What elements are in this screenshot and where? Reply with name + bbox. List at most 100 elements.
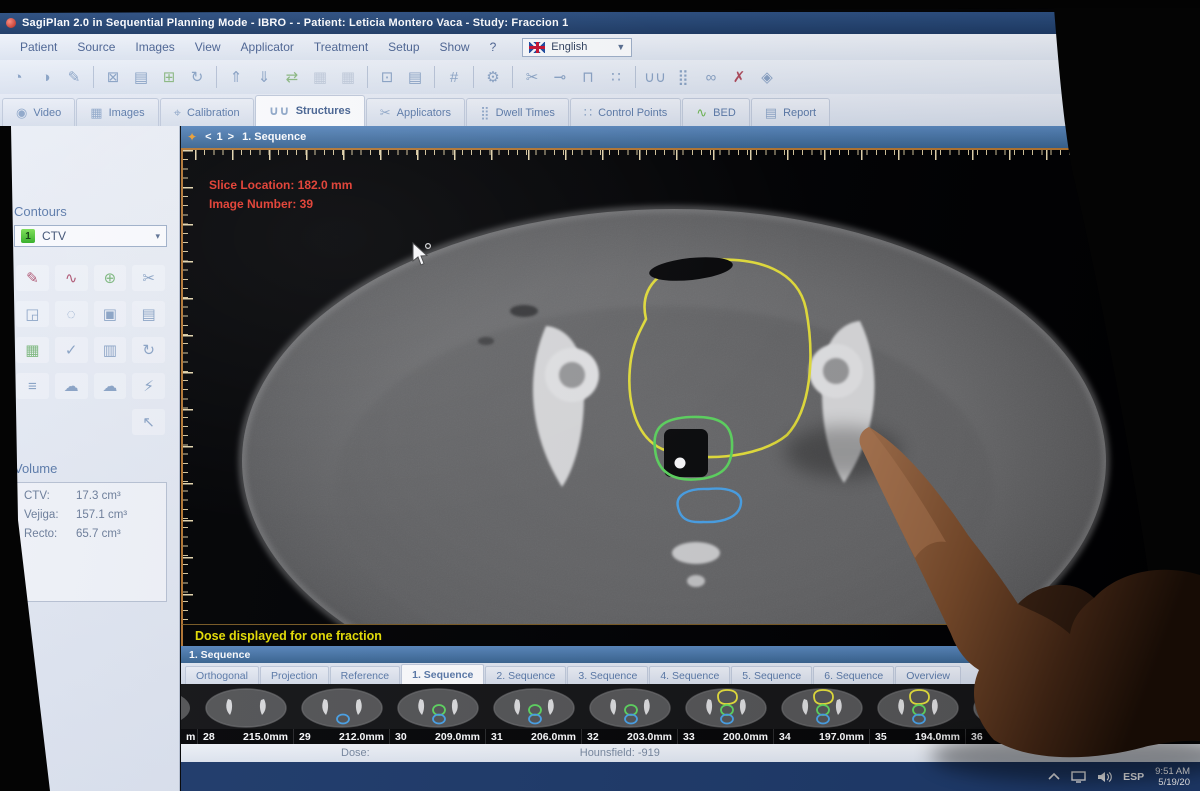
patient-history-icon[interactable]: ◑ (33, 64, 59, 90)
calculator-icon[interactable]: # (441, 64, 467, 90)
folder-lock-icon[interactable]: ▤ (128, 64, 154, 90)
applicator-tools-icon[interactable]: ✂ (519, 64, 545, 90)
delete-x-icon[interactable]: ✗ (726, 64, 752, 90)
patient-search-icon[interactable]: ◔ (5, 64, 31, 90)
shield-icon[interactable]: ◈ (754, 64, 780, 90)
slice-thumbnail-32[interactable]: 32203.0mm (582, 684, 678, 744)
chevron-up-icon[interactable] (1048, 772, 1060, 781)
dwell-grid-icon[interactable]: ⣿ (670, 64, 696, 90)
image-fit-icon[interactable]: ◲ (16, 301, 49, 327)
prev-slice-button[interactable]: < (205, 131, 211, 143)
seq-tab-1-sequence[interactable]: 1. Sequence (401, 664, 484, 684)
select-arrow-icon[interactable]: ↖ (132, 409, 165, 435)
folder-refresh-icon[interactable]: ↻ (184, 64, 210, 90)
link-icon[interactable]: ∞ (698, 64, 724, 90)
image-import-icon[interactable]: ⇑ (223, 64, 249, 90)
slice-thumbnail-38[interactable]: 38 (1158, 684, 1200, 744)
rotate-view-icon[interactable]: ↻ (132, 337, 165, 363)
cloud-multi-icon[interactable]: ☁ (94, 373, 127, 399)
seq-tab-2-sequence[interactable]: 2. Sequence (485, 666, 566, 684)
copy-slices-icon[interactable]: ▥ (94, 337, 127, 363)
patient-edit-icon[interactable]: ✎ (61, 64, 87, 90)
seq-tab-projection[interactable]: Projection (260, 666, 329, 684)
image-export-icon[interactable]: ⇓ (251, 64, 277, 90)
slice-thumbnail-30[interactable]: 30209.0mm (390, 684, 486, 744)
tab-images[interactable]: ▦Images (76, 98, 158, 126)
slice-thumbnail-28[interactable]: 28215.0mm (198, 684, 294, 744)
dwell-list-icon[interactable]: ▤ (402, 64, 428, 90)
folder-add-icon[interactable]: ⊞ (156, 64, 182, 90)
cloud-copy-icon[interactable]: ☁ (55, 373, 88, 399)
seq-tab-orthogonal[interactable]: Orthogonal (185, 666, 259, 684)
menu-treatment[interactable]: Treatment (304, 37, 378, 57)
tab-video[interactable]: ◉Video (2, 98, 75, 126)
image-disabled-icon[interactable]: ▦ (307, 64, 333, 90)
menu-patient[interactable]: Patient (10, 37, 67, 57)
slice-thumbnail-33[interactable]: 33200.0mm (678, 684, 774, 744)
menu-setup[interactable]: Setup (378, 37, 429, 57)
menu-applicator[interactable]: Applicator (231, 37, 304, 57)
seq-tab-5-sequence[interactable]: 5. Sequence (731, 666, 812, 684)
slice-thumbnail-29[interactable]: 29212.0mm (294, 684, 390, 744)
menu-view[interactable]: View (185, 37, 231, 57)
control-points-small-icon[interactable]: ∷ (603, 64, 629, 90)
table-icon[interactable]: ⊓ (575, 64, 601, 90)
draw-contour-icon[interactable]: ✎ (16, 265, 49, 291)
tab-bed[interactable]: ∿BED (682, 98, 750, 126)
paste-clipboard-icon[interactable]: ▤ (132, 301, 165, 327)
folder-delete-icon[interactable]: ⊠ (100, 64, 126, 90)
seq-tab-4-sequence[interactable]: 4. Sequence (649, 666, 730, 684)
ct-canvas[interactable]: Slice Location: 182.0 mm Image Number: 3… (181, 148, 1200, 624)
contour-select[interactable]: 1 CTV ▾ (14, 225, 167, 247)
monitor-plan-icon[interactable]: ⊡ (374, 64, 400, 90)
slice-thumbnail-31[interactable]: 31206.0mm (486, 684, 582, 744)
slice-thumbnail-37[interactable]: 37188.0mm (1062, 684, 1158, 744)
slice-thumbnail-35[interactable]: 35194.0mm (870, 684, 966, 744)
lungs-icon[interactable]: ∪∪ (642, 64, 668, 90)
slice-thumbnail-partial[interactable]: m (181, 684, 198, 744)
keyboard-language[interactable]: ESP (1123, 771, 1144, 783)
seq-tab-3-sequence[interactable]: 3. Sequence (567, 666, 648, 684)
source-probe-icon[interactable]: ⊸ (547, 64, 573, 90)
menu-images[interactable]: Images (125, 37, 184, 57)
video-icon: ◉ (16, 105, 27, 121)
seq-tab-6-sequence[interactable]: 6. Sequence (813, 666, 894, 684)
approve-stamp-icon[interactable]: ✓ (55, 337, 88, 363)
slice-thumbnail-34[interactable]: 34197.0mm (774, 684, 870, 744)
window-titlebar: SagiPlan 2.0 in Sequential Planning Mode… (0, 12, 1200, 34)
body-outline-icon[interactable]: ◌ (55, 301, 88, 327)
add-contour-icon[interactable]: ⊕ (94, 265, 127, 291)
tab-label: Control Points (598, 107, 667, 119)
speaker-icon[interactable] (1097, 771, 1112, 783)
seq-tab-reference[interactable]: Reference (330, 666, 400, 684)
module-tabbar: ◉Video▦Images⌖Calibration∪∪Structures✂Ap… (0, 94, 1200, 126)
next-slice-button[interactable]: > (228, 131, 234, 143)
copy-contour-icon[interactable]: ▣ (94, 301, 127, 327)
tab-applicators[interactable]: ✂Applicators (366, 98, 465, 126)
layers-icon[interactable]: ≡ (16, 373, 49, 399)
tab-structures[interactable]: ∪∪Structures (255, 95, 365, 126)
menu-[interactable]: ? (480, 37, 507, 57)
volume-row: Recto:65.7 cm³ (24, 528, 157, 540)
contours-sidebar: Contours 1 CTV ▾ ✎∿⊕✂◲◌▣▤▦✓▥↻≡☁☁⚡↖ Volum… (0, 126, 180, 791)
tab-calibration[interactable]: ⌖Calibration (160, 98, 254, 126)
menu-source[interactable]: Source (67, 37, 125, 57)
grid-contour-icon[interactable]: ▦ (16, 337, 49, 363)
sequence-number: 1 (217, 131, 223, 143)
image-disabled-2-icon[interactable]: ▦ (335, 64, 361, 90)
display-icon[interactable] (1071, 771, 1086, 783)
applicator-shadow (664, 429, 708, 477)
tab-control-points[interactable]: ∷Control Points (570, 98, 681, 126)
edit-points-icon[interactable]: ∿ (55, 265, 88, 291)
language-dropdown[interactable]: English ▼ (522, 38, 632, 57)
magic-wand-icon[interactable]: ⚡ (132, 373, 165, 399)
image-transfer-icon[interactable]: ⇄ (279, 64, 305, 90)
tab-dwell-times[interactable]: ⣿Dwell Times (466, 98, 569, 126)
menu-show[interactable]: Show (430, 37, 480, 57)
cut-contour-icon[interactable]: ✂ (132, 265, 165, 291)
taskbar-clock[interactable]: 9:51 AM 5/19/20 (1155, 766, 1190, 788)
tab-report[interactable]: ▤Report (751, 98, 830, 126)
slice-thumbnail-36[interactable]: 36191.0mm (966, 684, 1062, 744)
seq-tab-overview[interactable]: Overview (895, 666, 961, 684)
settings-gear-icon[interactable]: ⚙ (480, 64, 506, 90)
